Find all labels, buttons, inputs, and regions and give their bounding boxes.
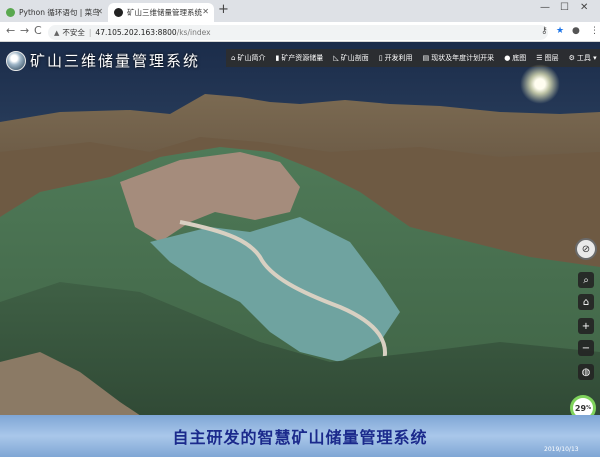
app-viewport: 矿山三维储量管理系统 ⌂ 矿山简介 ▮ 矿产资源储量 ◺ 矿山剖面 ▯ 开发利用 ▤ 现状… xyxy=(0,42,600,457)
home-icon: ⌂ xyxy=(231,54,236,62)
address-bar[interactable]: ▲ 不安全 | 47.105.202.163:8800 /ks/index xyxy=(48,25,548,40)
doc-icon: ▤ xyxy=(422,54,430,62)
terrain-3d-view[interactable] xyxy=(0,42,600,457)
tab-mine-system[interactable]: 矿山三维储量管理系统 ✕ xyxy=(108,3,214,22)
globe-logo-icon xyxy=(6,50,26,71)
layers-icon: ☰ xyxy=(536,54,543,62)
account-icon[interactable]: ● xyxy=(572,26,580,36)
menu-label: 工具 ▾ xyxy=(576,54,597,62)
security-label: 不安全 xyxy=(62,28,85,37)
gear-icon: ⚙ xyxy=(568,54,575,62)
file-icon: ▯ xyxy=(378,54,383,62)
globe-favicon xyxy=(114,8,123,17)
menu-item-basemap[interactable]: ● 底图 xyxy=(499,49,531,67)
star-icon[interactable]: ★ xyxy=(556,26,564,36)
menu-item-annual-plan[interactable]: ▤ 现状及年度计划开采 xyxy=(418,49,500,67)
caption-banner: 自主研发的智慧矿山储量管理系统 xyxy=(0,415,600,457)
close-tab-icon[interactable]: ✕ xyxy=(96,7,103,16)
menu-item-reserves[interactable]: ▮ 矿产资源储量 xyxy=(270,49,328,67)
menu-item-mine-intro[interactable]: ⌂ 矿山简介 xyxy=(226,49,270,67)
close-tab-icon[interactable]: ✕ xyxy=(202,7,209,16)
search-icon[interactable]: ⌕ xyxy=(578,272,594,288)
tab-title: 矿山三维储量管理系统 xyxy=(127,8,202,17)
zoom-out-icon[interactable]: − xyxy=(578,340,594,356)
menu-item-development[interactable]: ▯ 开发利用 xyxy=(374,49,418,67)
key-icon[interactable]: ⚷ xyxy=(541,26,548,36)
menu-item-tools[interactable]: ⚙ 工具 ▾ xyxy=(564,49,600,67)
tab-python-tutorial[interactable]: Python 循环语句 | 菜鸟教程 ✕ xyxy=(0,3,108,22)
menu-label: 矿山简介 xyxy=(237,54,266,62)
new-tab-button[interactable]: + xyxy=(218,2,229,17)
reload-button[interactable]: C xyxy=(34,24,42,37)
forward-button[interactable]: → xyxy=(20,24,29,37)
zoom-in-icon[interactable]: + xyxy=(578,318,594,334)
app-logo[interactable]: 矿山三维储量管理系统 xyxy=(6,50,200,71)
menu-label: 现状及年度计划开采 xyxy=(431,54,495,62)
globe-icon: ● xyxy=(504,54,511,62)
sun-glare xyxy=(520,64,560,104)
maximize-button[interactable]: ☐ xyxy=(560,2,569,13)
menu-icon[interactable]: ⋮ xyxy=(590,26,599,36)
address-host: 47.105.202.163:8800 xyxy=(95,28,177,37)
home-icon[interactable]: ⌂ xyxy=(578,294,594,310)
tab-title: Python 循环语句 | 菜鸟教程 xyxy=(19,8,99,17)
load-percent-value: 29 xyxy=(574,403,587,413)
menu-label: 矿产资源储量 xyxy=(281,54,324,62)
caption-text: 自主研发的智慧矿山储量管理系统 xyxy=(172,428,428,447)
back-button[interactable]: ← xyxy=(6,24,15,37)
load-percent-unit: % xyxy=(586,405,592,411)
browser-tabstrip: Python 循环语句 | 菜鸟教程 ✕ 矿山三维储量管理系统 ✕ + — ☐ … xyxy=(0,0,600,22)
browser-toolbar: ← → C ▲ 不安全 | 47.105.202.163:8800 /ks/in… xyxy=(0,22,600,42)
app-title: 矿山三维储量管理系统 xyxy=(30,52,201,70)
close-window-button[interactable]: ✕ xyxy=(580,2,588,13)
timestamp: 2019/10/13 xyxy=(544,446,579,453)
menu-item-sections[interactable]: ◺ 矿山剖面 xyxy=(328,49,373,67)
menu-label: 底图 xyxy=(512,54,527,62)
bookmark-icon: ▮ xyxy=(275,54,280,62)
globe-icon[interactable]: ◍ xyxy=(578,364,594,380)
compass-icon[interactable]: ⊘ xyxy=(575,238,597,260)
warning-icon: ▲ xyxy=(54,28,60,37)
menu-label: 开发利用 xyxy=(384,54,413,62)
chart-icon: ◺ xyxy=(333,54,339,62)
minimize-button[interactable]: — xyxy=(540,2,550,13)
address-path: /ks/index xyxy=(176,28,211,37)
menu-label: 矿山剖面 xyxy=(340,54,369,62)
menu-label: 图层 xyxy=(544,54,559,62)
address-separator: | xyxy=(88,28,92,37)
tutorial-favicon xyxy=(6,8,15,17)
